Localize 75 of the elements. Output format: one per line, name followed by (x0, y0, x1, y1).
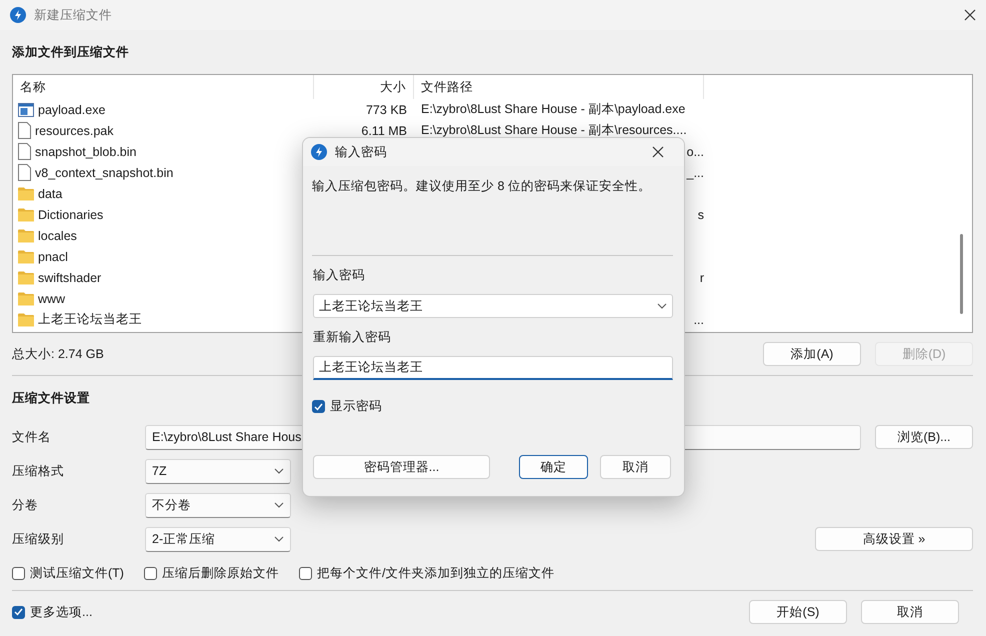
section-heading: 添加文件到压缩文件 (12, 44, 129, 60)
folder-icon (18, 208, 34, 222)
column-header[interactable]: 名称 (13, 75, 314, 99)
file-path: E:\zybro\8Lust Share House - 副本\resources.... (421, 122, 687, 139)
file-path: r (700, 270, 704, 284)
column-header[interactable]: 文件路径 (414, 75, 704, 99)
dropdown[interactable]: 2-正常压缩 (145, 526, 291, 552)
footer-button[interactable]: 取消 (861, 600, 959, 624)
scrollbar-thumb[interactable] (960, 234, 963, 314)
checkbox[interactable]: 更多选项... (12, 604, 92, 620)
document-icon (18, 122, 31, 139)
dialog-title: 输入密码 (335, 144, 387, 160)
file-path: E:\zybro\8Lust Share House - 副本\payload.exe (421, 101, 686, 118)
dialog-message: 输入压缩包密码。建议使用至少 8 位的密码来保证安全性。 (312, 178, 652, 194)
chevron-down-icon (274, 536, 284, 542)
password-manager-button[interactable]: 密码管理器... (313, 455, 490, 479)
checkmark-icon (14, 608, 23, 616)
folder-icon (18, 270, 34, 284)
chevron-down-icon (274, 468, 284, 474)
app-logo-icon (311, 144, 327, 160)
column-header[interactable]: 大小 (314, 75, 414, 99)
checkbox[interactable]: 测试压缩文件(T) (12, 564, 124, 582)
dialog-button[interactable]: 确定 (519, 455, 588, 479)
file-size: 6.11 MB (361, 124, 407, 138)
folder-icon (18, 228, 34, 242)
folder-icon (18, 312, 34, 326)
file-path: _... (686, 166, 704, 180)
folder-icon (18, 250, 34, 264)
file-path: s (698, 208, 704, 222)
file-path: o... (686, 144, 704, 158)
chevron-down-icon (274, 502, 284, 508)
password-combobox[interactable]: 上老王论坛当老王 (313, 294, 673, 318)
file-path: ... (694, 312, 704, 326)
file-name[interactable]: data (38, 186, 62, 200)
field-label: 重新输入密码 (313, 328, 391, 346)
dropdown[interactable]: 7Z (145, 458, 291, 484)
checkbox[interactable]: 把每个文件/文件夹添加到独立的压缩文件 (298, 564, 554, 582)
file-name[interactable]: 上老王论坛当老王 (38, 311, 142, 328)
field-label: 分卷 (12, 496, 39, 514)
program-file-icon (18, 102, 34, 116)
browse-button[interactable]: 浏览(B)... (875, 425, 973, 449)
field-label: 文件名 (12, 428, 52, 446)
file-name[interactable]: www (38, 292, 66, 306)
file-name[interactable]: resources.pak (35, 124, 114, 138)
checkbox[interactable]: 显示密码 (312, 398, 673, 415)
folder-icon (18, 186, 34, 200)
dialog-button[interactable]: 取消 (600, 455, 671, 479)
footer-button[interactable]: 开始(S) (749, 600, 847, 624)
advanced-settings-button[interactable]: 高级设置 » (815, 527, 973, 551)
document-icon (18, 143, 31, 160)
chevron-down-icon (657, 303, 667, 309)
file-name[interactable]: v8_context_snapshot.bin (35, 166, 174, 180)
document-icon (18, 164, 31, 181)
close-icon[interactable] (964, 9, 976, 21)
checkmark-icon (314, 402, 323, 410)
field-label: 输入密码 (313, 266, 365, 284)
folder-icon (18, 292, 34, 306)
checkbox[interactable]: 压缩后删除原始文件 (144, 564, 279, 582)
field-label: 压缩级别 (12, 530, 65, 548)
confirm-password-field[interactable]: 上老王论坛当老王 (313, 356, 673, 380)
total-size: 总大小: 2.74 GB (12, 346, 104, 362)
list-button[interactable]: 添加(A) (763, 342, 861, 366)
app-logo-icon (10, 7, 26, 23)
window-title: 新建压缩文件 (34, 6, 112, 24)
file-name[interactable]: Dictionaries (38, 208, 104, 222)
section-heading: 压缩文件设置 (12, 390, 90, 406)
file-name[interactable]: locales (38, 228, 77, 242)
close-icon[interactable] (652, 146, 664, 158)
file-name[interactable]: pnacl (38, 250, 68, 264)
file-name[interactable]: swiftshader (38, 270, 102, 284)
file-size: 773 KB (366, 102, 407, 116)
file-name[interactable]: payload.exe (38, 102, 106, 116)
dropdown[interactable]: 不分卷 (145, 492, 291, 518)
field-label: 压缩格式 (12, 462, 65, 480)
file-name[interactable]: snapshot_blob.bin (35, 144, 136, 158)
